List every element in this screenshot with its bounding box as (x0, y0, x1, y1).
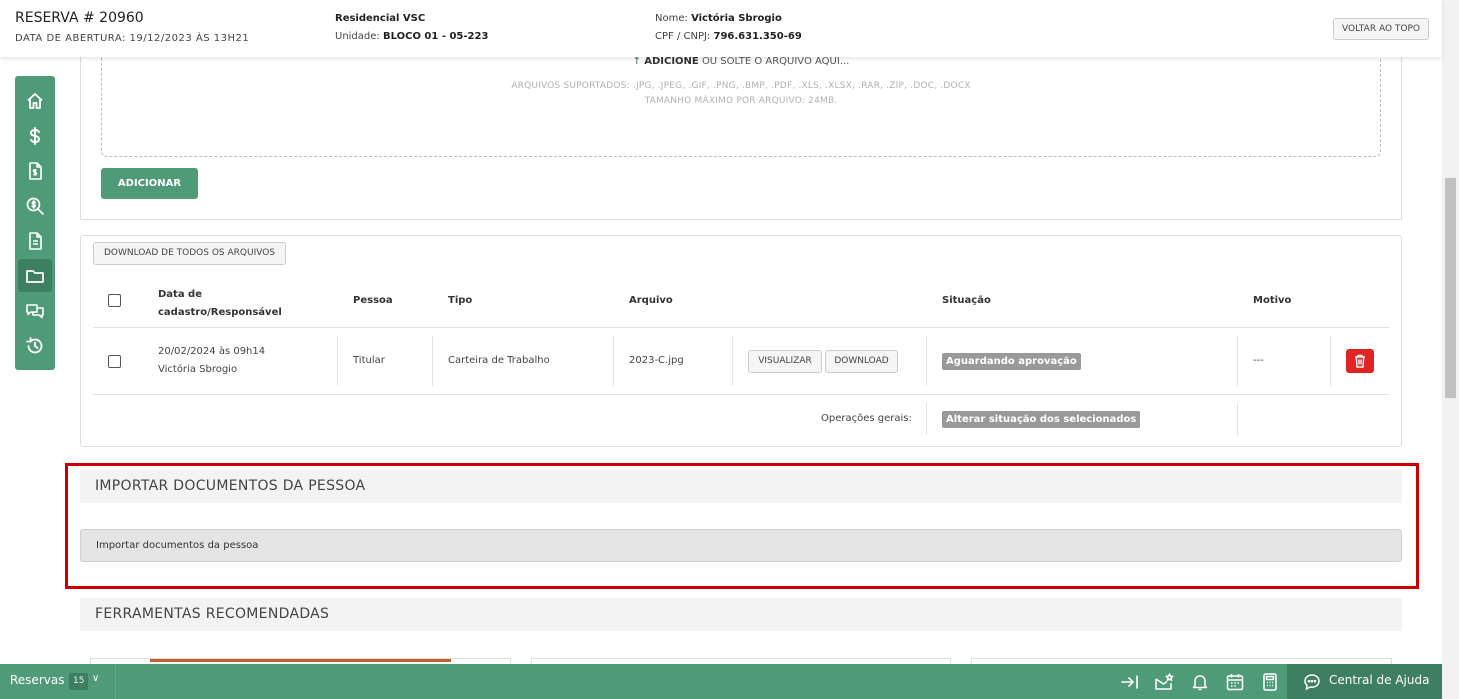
search-money-icon (26, 197, 44, 215)
doc-label: CPF / CNPJ: (655, 31, 711, 42)
column-divider (337, 336, 338, 386)
sidebar-item-documents[interactable] (18, 224, 52, 257)
sidebar-item-search-finance[interactable] (18, 189, 52, 222)
chevron-down-icon[interactable]: ∨ (92, 673, 99, 684)
sidebar-item-invoices[interactable] (18, 154, 52, 187)
select-all-checkbox[interactable] (108, 294, 121, 307)
help-chat-icon (1304, 674, 1320, 691)
column-divider (1330, 336, 1331, 386)
download-file-button[interactable]: DOWNLOAD (825, 350, 898, 373)
back-to-top-button[interactable]: VOLTAR AO TOPO (1333, 18, 1429, 40)
column-header-person: Pessoa (353, 295, 393, 306)
tool-card-accent (150, 659, 451, 662)
history-icon (26, 336, 43, 353)
unit-info: Unidade: BLOCO 01 - 05-223 (335, 31, 488, 42)
column-divider (926, 403, 927, 435)
bottom-bar: Reservas 15 ∨ Central de Ajuda (0, 664, 1442, 699)
dollar-icon (29, 126, 41, 145)
column-divider (613, 336, 614, 386)
header-divider (93, 327, 1389, 328)
collapse-right-icon[interactable] (1119, 671, 1141, 693)
name-label: Nome: (655, 13, 688, 24)
row-file-name: 2023-C.jpg (629, 355, 684, 366)
column-header-date-line1: Data de (158, 289, 202, 300)
change-status-selected-button[interactable]: Alterar situação dos selecionados (942, 411, 1141, 428)
help-center-button[interactable]: Central de Ajuda (1287, 664, 1442, 699)
row-reason: --- (1253, 355, 1264, 366)
column-header-status: Situação (942, 295, 991, 306)
view-file-button[interactable]: VISUALIZAR (748, 350, 822, 373)
column-header-reason: Motivo (1253, 295, 1292, 306)
calendar-icon[interactable] (1224, 671, 1246, 693)
document-icon (29, 231, 42, 250)
column-header-date: Data de cadastro/Responsável (158, 286, 282, 322)
trash-icon (1355, 354, 1365, 368)
sidebar-item-messages[interactable] (18, 294, 52, 327)
reservations-label[interactable]: Reservas (10, 673, 64, 687)
sidebar (15, 76, 55, 370)
row-divider (93, 394, 1389, 395)
upload-icon: ↑ (632, 56, 642, 67)
reservation-title: RESERVA # 20960 (15, 10, 144, 26)
row-person: Titular (353, 355, 385, 366)
supported-formats: ARQUIVOS SUPORTADOS: .JPG, .JPEG, .GIF, … (511, 81, 971, 91)
unit-label: Unidade: (335, 31, 380, 42)
reservations-count-badge: 15 (69, 673, 89, 690)
bottom-bar-divider (115, 664, 116, 699)
column-header-file: Arquivo (629, 295, 673, 306)
mail-star-icon[interactable] (1153, 671, 1175, 693)
chat-icon (26, 303, 44, 318)
folder-icon (26, 269, 44, 283)
delete-file-button[interactable] (1346, 349, 1374, 373)
person-document: CPF / CNPJ: 796.631.350-69 (655, 31, 802, 42)
calculator-icon[interactable] (1259, 671, 1281, 693)
bell-icon[interactable] (1189, 671, 1211, 693)
column-divider (1237, 336, 1238, 386)
reservation-header: RESERVA # 20960 DATA DE ABERTURA: 19/12/… (0, 0, 1442, 57)
unit-value: BLOCO 01 - 05-223 (382, 31, 489, 42)
page-scrollbar-thumb[interactable] (1445, 178, 1456, 398)
person-name: Nome: Victória Sbrogio (655, 13, 782, 24)
column-header-date-line2: cadastro/Responsável (158, 307, 282, 318)
sidebar-item-financial[interactable] (18, 119, 52, 152)
files-panel (80, 235, 1402, 447)
sidebar-item-history[interactable] (18, 329, 52, 362)
tools-section-title: FERRAMENTAS RECOMENDADAS (80, 598, 1402, 631)
highlight-box (65, 463, 1419, 589)
dropzone-drop-text: OU SOLTE O ARQUIVO AQUI... (701, 56, 850, 67)
row-date: 20/02/2024 às 09h14 (158, 346, 266, 357)
dropzone-add-text: ADICIONE (644, 56, 699, 67)
general-operations-label: Operações gerais: (821, 413, 912, 424)
column-divider (732, 336, 733, 386)
add-file-button[interactable]: ADICIONAR (101, 168, 198, 199)
help-center-label: Central de Ajuda (1329, 673, 1430, 687)
doc-value: 796.631.350-69 (713, 31, 802, 42)
max-file-size: TAMANHO MÁXIMO POR ARQUIVO: 24MB. (644, 96, 838, 106)
condominium-name: Residencial VSC (335, 13, 426, 24)
row-checkbox[interactable] (108, 355, 121, 368)
row-responsible: Victória Sbrogio (158, 364, 238, 375)
opening-date: DATA DE ABERTURA: 19/12/2023 ÀS 13H21 (15, 33, 250, 44)
dropzone-instruction[interactable]: ↑ ADICIONE OU SOLTE O ARQUIVO AQUI... (100, 56, 1382, 67)
invoice-icon (29, 161, 42, 180)
row-type: Carteira de Trabalho (448, 355, 550, 366)
column-divider (926, 336, 927, 386)
name-value: Victória Sbrogio (691, 13, 782, 24)
column-header-type: Tipo (448, 295, 473, 306)
sidebar-item-files[interactable] (18, 259, 52, 292)
column-divider (1237, 403, 1238, 435)
status-badge: Aguardando aprovação (942, 353, 1081, 370)
download-all-button[interactable]: DOWNLOAD DE TODOS OS ARQUIVOS (93, 242, 286, 265)
column-divider (432, 336, 433, 386)
